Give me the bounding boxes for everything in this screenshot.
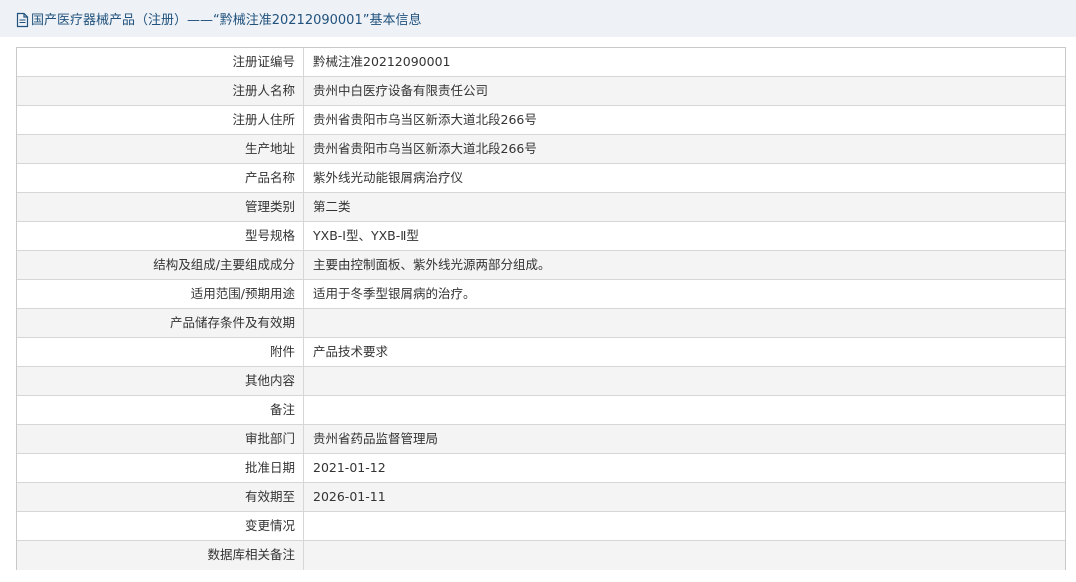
- row-value: [304, 367, 1065, 395]
- row-label: 注册人住所: [17, 106, 304, 134]
- row-label: 产品名称: [17, 164, 304, 192]
- table-row: 变更情况: [17, 512, 1065, 541]
- row-label: 审批部门: [17, 425, 304, 453]
- page-header: 国产医疗器械产品（注册）——“黔械注准20212090001”基本信息: [0, 0, 1076, 37]
- row-value: 贵州省药品监督管理局: [313, 431, 439, 446]
- table-row: 审批部门 贵州省药品监督管理局: [17, 425, 1065, 454]
- row-value: 产品技术要求: [313, 344, 389, 359]
- table-row: 数据库相关备注: [17, 541, 1065, 570]
- table-row: 注册证编号 黔械注准20212090001: [17, 48, 1065, 77]
- table-row: 产品储存条件及有效期: [17, 309, 1065, 338]
- row-value: [304, 512, 1065, 540]
- row-value: YXB-Ⅰ型、YXB-Ⅱ型: [313, 228, 419, 243]
- row-value: 贵州中白医疗设备有限责任公司: [313, 83, 489, 98]
- row-label: 其他内容: [17, 367, 304, 395]
- row-value: 贵州省贵阳市乌当区新添大道北段266号: [313, 141, 537, 156]
- row-value: 2021-01-12: [313, 460, 386, 475]
- table-row: 结构及组成/主要组成成分 主要由控制面板、紫外线光源两部分组成。: [17, 251, 1065, 280]
- table-row: 型号规格 YXB-Ⅰ型、YXB-Ⅱ型: [17, 222, 1065, 251]
- table-row: 备注: [17, 396, 1065, 425]
- row-label: 注册证编号: [17, 48, 304, 76]
- row-label: 结构及组成/主要组成成分: [17, 251, 304, 279]
- table-row: 适用范围/预期用途 适用于冬季型银屑病的治疗。: [17, 280, 1065, 309]
- row-label: 变更情况: [17, 512, 304, 540]
- row-label: 备注: [17, 396, 304, 424]
- row-value: [304, 541, 1065, 570]
- row-label: 管理类别: [17, 193, 304, 221]
- row-label: 注册人名称: [17, 77, 304, 105]
- table-row: 注册人名称 贵州中白医疗设备有限责任公司: [17, 77, 1065, 106]
- table-row: 注册人住所 贵州省贵阳市乌当区新添大道北段266号: [17, 106, 1065, 135]
- row-value: 2026-01-11: [313, 489, 386, 504]
- row-value: [304, 309, 1065, 337]
- document-icon: [16, 12, 29, 28]
- row-label: 有效期至: [17, 483, 304, 511]
- info-table: 注册证编号 黔械注准20212090001 注册人名称 贵州中白医疗设备有限责任公司注…: [16, 47, 1066, 570]
- row-label: 型号规格: [17, 222, 304, 250]
- table-row: 产品名称 紫外线光动能银屑病治疗仪: [17, 164, 1065, 193]
- table-row: 有效期至 2026-01-11: [17, 483, 1065, 512]
- table-row: 批准日期 2021-01-12: [17, 454, 1065, 483]
- row-label: 附件: [17, 338, 304, 366]
- row-label: 数据库相关备注: [17, 541, 304, 570]
- row-value: 主要由控制面板、紫外线光源两部分组成。: [313, 257, 551, 272]
- table-row: 管理类别 第二类: [17, 193, 1065, 222]
- row-value: [304, 396, 1065, 424]
- table-row: 附件 产品技术要求: [17, 338, 1065, 367]
- row-value: 紫外线光动能银屑病治疗仪: [313, 170, 464, 185]
- table-row: 其他内容: [17, 367, 1065, 396]
- row-value: 黔械注准20212090001: [313, 54, 451, 69]
- row-value: 贵州省贵阳市乌当区新添大道北段266号: [313, 112, 537, 127]
- page-title: 国产医疗器械产品（注册）——“黔械注准20212090001”基本信息: [31, 13, 422, 28]
- row-label: 生产地址: [17, 135, 304, 163]
- table-row: 生产地址 贵州省贵阳市乌当区新添大道北段266号: [17, 135, 1065, 164]
- row-value: 第二类: [313, 199, 351, 214]
- row-label: 批准日期: [17, 454, 304, 482]
- row-label: 产品储存条件及有效期: [17, 309, 304, 337]
- row-label: 适用范围/预期用途: [17, 280, 304, 308]
- row-value: 适用于冬季型银屑病的治疗。: [313, 286, 476, 301]
